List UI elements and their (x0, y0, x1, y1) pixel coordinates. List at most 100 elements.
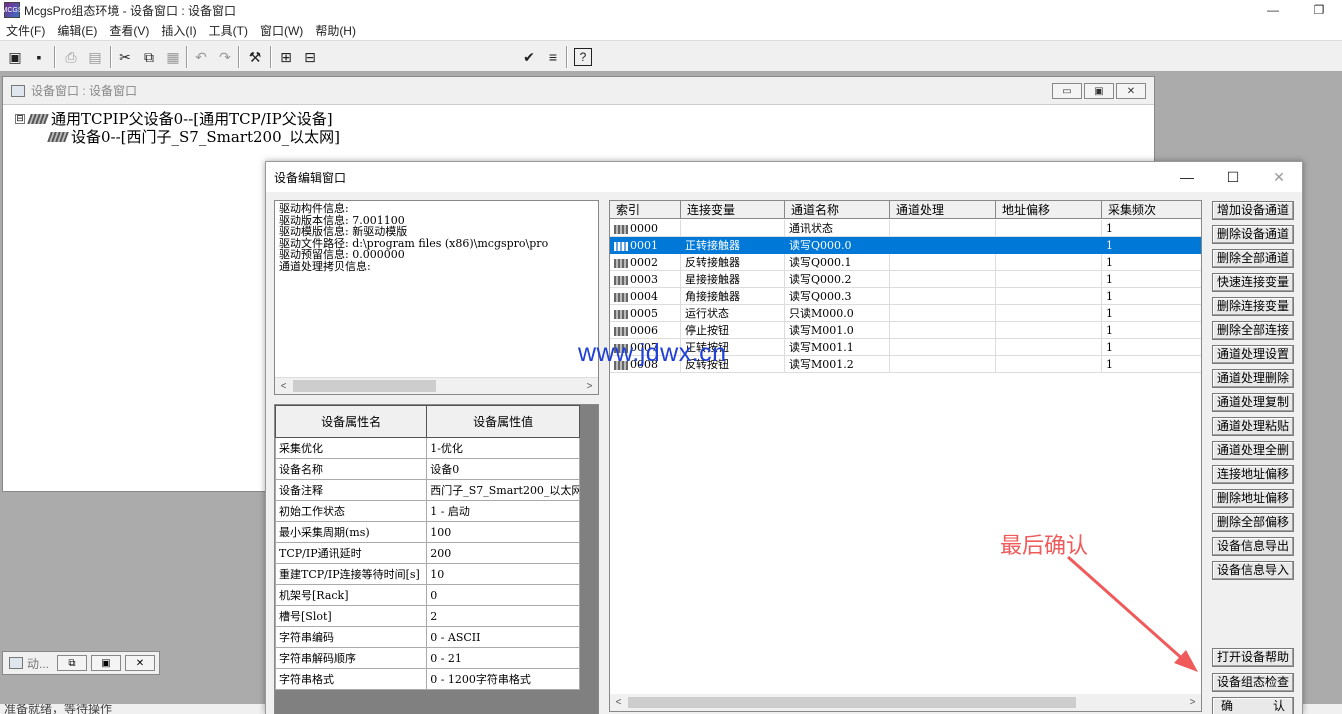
save-icon[interactable]: ▪ (28, 46, 50, 68)
channel-action-button[interactable]: 快速连接变量 (1212, 273, 1294, 292)
preview-icon[interactable]: ▤ (84, 46, 106, 68)
dialog-close-icon[interactable]: ✕ (1256, 162, 1302, 192)
menu-item[interactable]: 查看(V) (103, 22, 155, 39)
property-row[interactable]: 设备注释 西门子_S7_Smart200_以太网 (275, 479, 580, 501)
scroll-right-icon[interactable]: > (581, 378, 598, 394)
property-row[interactable]: 初始工作状态 1 - 启动 (275, 500, 580, 522)
mdi-minimize-button[interactable]: ▭ (1052, 83, 1082, 99)
property-value[interactable]: 1-优化 (426, 437, 580, 459)
channel-column-header[interactable]: 连接变量 (681, 201, 785, 219)
tree-item-device0[interactable]: 设备0--[西门子_S7_Smart200_以太网] (47, 126, 340, 147)
dialog-minimize-icon[interactable]: — (1164, 162, 1210, 192)
scroll-right-icon[interactable]: > (1184, 694, 1201, 711)
channel-horizontal-scrollbar[interactable]: < > (610, 694, 1201, 711)
property-value[interactable]: 1 - 启动 (426, 500, 580, 522)
channel-action-button[interactable]: 删除全部通道 (1212, 249, 1294, 268)
property-row[interactable]: 字符串编码 0 - ASCII (275, 626, 580, 648)
channel-column-header[interactable]: 通道名称 (785, 201, 890, 219)
menu-item[interactable]: 工具(T) (203, 22, 254, 39)
open-device-help-button[interactable]: 打开设备帮助 (1212, 648, 1294, 667)
channel-action-button[interactable]: 删除连接变量 (1212, 297, 1294, 316)
channel-action-button[interactable]: 设备信息导入 (1212, 561, 1294, 580)
tree-collapse-icon[interactable]: ⊟ (15, 113, 25, 124)
property-value[interactable]: 西门子_S7_Smart200_以太网 (426, 479, 580, 501)
property-value[interactable]: 100 (426, 521, 580, 543)
close-icon[interactable]: ✕ (125, 655, 155, 671)
property-row[interactable]: 采集优化 1-优化 (275, 437, 580, 459)
mdi-close-button[interactable]: ✕ (1116, 83, 1146, 99)
channel-row[interactable]: 0003 星接接触器 读写Q000.2 1 (610, 271, 1201, 288)
channel-action-button[interactable]: 连接地址偏移 (1212, 465, 1294, 484)
channel-row[interactable]: 0001 正转接触器 读写Q000.0 1 (610, 237, 1201, 254)
scroll-thumb[interactable] (628, 697, 1076, 708)
list-icon[interactable]: ≡ (542, 46, 564, 68)
print-icon[interactable]: ⎙ (60, 46, 82, 68)
property-value[interactable]: 0 - ASCII (426, 626, 580, 648)
undo-icon[interactable]: ↶ (190, 46, 212, 68)
property-row[interactable]: 机架号[Rack] 0 (275, 584, 580, 606)
channel-action-button[interactable]: 删除全部偏移 (1212, 513, 1294, 532)
channel-action-button[interactable]: 删除设备通道 (1212, 225, 1294, 244)
channel-action-button[interactable]: 删除全部连接 (1212, 321, 1294, 340)
property-value[interactable]: 设备0 (426, 458, 580, 480)
channel-action-button[interactable]: 通道处理粘贴 (1212, 417, 1294, 436)
property-row[interactable]: 设备名称 设备0 (275, 458, 580, 480)
property-row[interactable]: 最小采集周期(ms) 100 (275, 521, 580, 543)
menu-item[interactable]: 文件(F) (0, 22, 51, 39)
channel-action-button[interactable]: 删除地址偏移 (1212, 489, 1294, 508)
cut-icon[interactable]: ✂ (114, 46, 136, 68)
minimize-icon[interactable]: — (1250, 0, 1296, 20)
restore-icon[interactable]: ⧉ (57, 655, 87, 671)
copy-icon[interactable]: ⧉ (138, 46, 160, 68)
menu-item[interactable]: 帮助(H) (309, 22, 362, 39)
mdi-restore-button[interactable]: ▣ (1084, 83, 1114, 99)
property-row[interactable]: 字符串格式 0 - 1200字符串格式 (275, 668, 580, 690)
property-value[interactable]: 0 (426, 584, 580, 606)
scroll-left-icon[interactable]: < (610, 694, 627, 711)
property-row[interactable]: 槽号[Slot] 2 (275, 605, 580, 627)
redo-icon[interactable]: ↷ (214, 46, 236, 68)
help-icon[interactable]: ? (574, 48, 592, 66)
channel-row[interactable]: 0000 通讯状态 1 (610, 220, 1201, 237)
menu-item[interactable]: 插入(I) (155, 22, 202, 39)
property-value[interactable]: 0 - 21 (426, 647, 580, 669)
channel-row[interactable]: 0005 运行状态 只读M000.0 1 (610, 305, 1201, 322)
channel-action-button[interactable]: 通道处理删除 (1212, 369, 1294, 388)
scroll-left-icon[interactable]: < (275, 378, 292, 394)
channel-action-button[interactable]: 通道处理设置 (1212, 345, 1294, 364)
ok-button[interactable]: 确认 (1212, 697, 1294, 714)
channel-row[interactable]: 0006 停止按钮 读写M001.0 1 (610, 322, 1201, 339)
channel-action-button[interactable]: 通道处理复制 (1212, 393, 1294, 412)
channel-action-button[interactable]: 增加设备通道 (1212, 201, 1294, 220)
driver-info-box[interactable]: 驱动构件信息: 驱动版本信息: 7.001100 驱动模版信息: 新驱动模版 驱动文件… (274, 200, 599, 395)
maximize-icon[interactable]: ❐ (1296, 0, 1342, 20)
property-row[interactable]: 重建TCP/IP连接等待时间[s] 10 (275, 563, 580, 585)
channel-column-header[interactable]: 地址偏移 (996, 201, 1102, 219)
channel-row[interactable]: 0002 反转接触器 读写Q000.1 1 (610, 254, 1201, 271)
property-row[interactable]: TCP/IP通讯延时 200 (275, 542, 580, 564)
menu-item[interactable]: 编辑(E) (51, 22, 103, 39)
channel-action-button[interactable]: 通道处理全删 (1212, 441, 1294, 460)
maximize-icon[interactable]: ▣ (91, 655, 121, 671)
tools-icon[interactable]: ⚒ (244, 46, 266, 68)
object-icon[interactable]: ⊞ (275, 46, 297, 68)
info-horizontal-scrollbar[interactable]: < > (275, 377, 598, 394)
property-value[interactable]: 0 - 1200字符串格式 (426, 668, 580, 690)
channel-action-button[interactable]: 设备信息导出 (1212, 537, 1294, 556)
menu-item[interactable]: 窗口(W) (254, 22, 309, 39)
check-icon[interactable]: ✔ (518, 46, 540, 68)
channel-column-header[interactable]: 通道处理 (890, 201, 996, 219)
property-value[interactable]: 2 (426, 605, 580, 627)
property-value[interactable]: 200 (426, 542, 580, 564)
scroll-thumb[interactable] (293, 380, 436, 392)
minimized-window[interactable]: 动... ⧉ ▣ ✕ (2, 651, 160, 675)
property-row[interactable]: 字符串解码顺序 0 - 21 (275, 647, 580, 669)
new-window-icon[interactable]: ▣ (4, 46, 26, 68)
dialog-maximize-icon[interactable]: ☐ (1210, 162, 1256, 192)
script-icon[interactable]: ⊟ (299, 46, 321, 68)
paste-icon[interactable]: ▦ (162, 46, 184, 68)
property-value[interactable]: 10 (426, 563, 580, 585)
channel-column-header[interactable]: 索引 (610, 201, 681, 219)
channel-column-header[interactable]: 采集频次 (1102, 201, 1201, 219)
device-config-check-button[interactable]: 设备组态检查 (1212, 673, 1294, 692)
